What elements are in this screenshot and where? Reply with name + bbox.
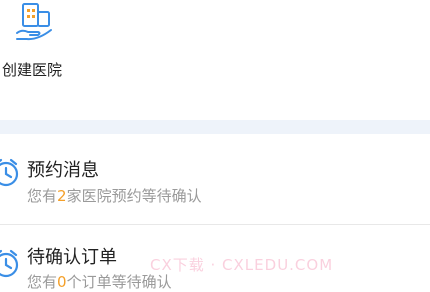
pending-orders-title: 待确认订单 [27, 247, 117, 268]
watermark: CX下载 · CXLEDU.COM [150, 256, 334, 274]
pending-order-count: 0 [57, 273, 67, 291]
alarm-clock-icon [0, 158, 20, 192]
create-hospital-label: 创建医院 [2, 61, 63, 79]
pending-hospital-count: 2 [57, 187, 67, 205]
hospital-hand-icon [14, 2, 56, 48]
section-divider [0, 120, 430, 134]
appointment-messages-title: 预约消息 [27, 160, 99, 181]
top-section: 创建医院 [0, 0, 430, 120]
create-hospital-button[interactable]: 创建医院 [0, 0, 90, 100]
alarm-clock-icon [0, 249, 20, 283]
list-item-appointment-messages[interactable]: 预约消息 您有2家医院预约等待确认 [0, 134, 430, 225]
appointment-messages-subtitle: 您有2家医院预约等待确认 [27, 187, 202, 205]
